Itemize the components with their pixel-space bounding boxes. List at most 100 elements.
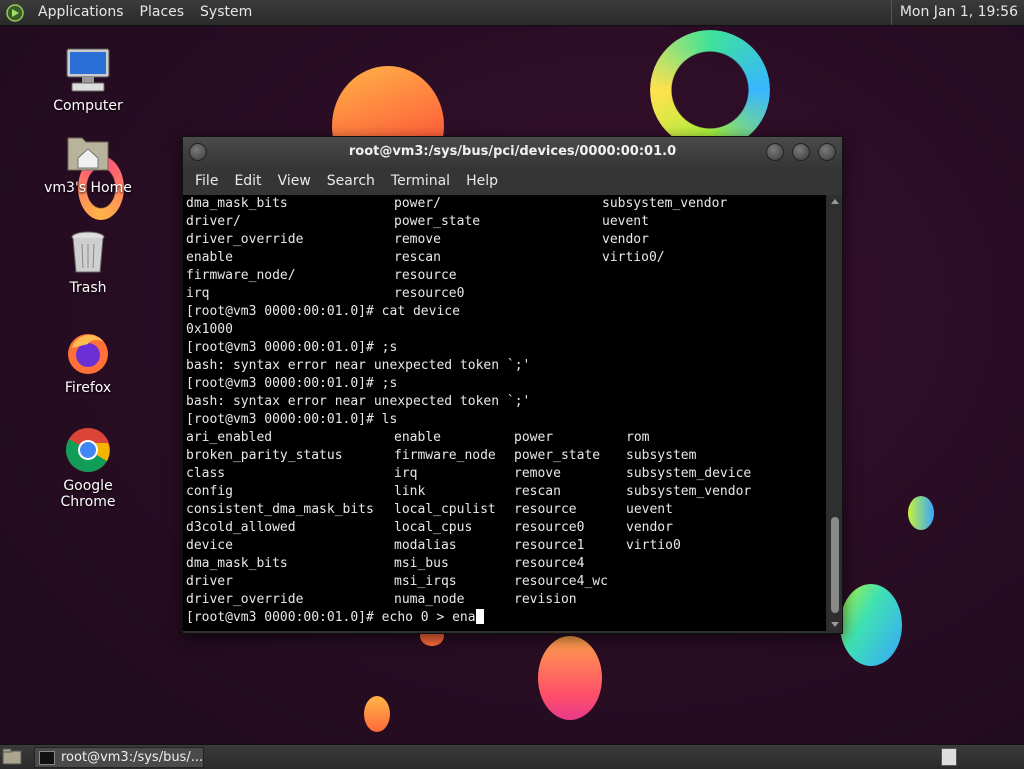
- terminal-line: [root@vm3 0000:00:01.0]# cat device: [186, 304, 460, 319]
- terminal-entry: revision: [514, 592, 577, 607]
- terminal-line: [root@vm3 0000:00:01.0]# ;s: [186, 340, 398, 355]
- terminal-entry: uevent: [602, 214, 649, 229]
- terminal-window[interactable]: root@vm3:/sys/bus/pci/devices/0000:00:01…: [182, 136, 843, 634]
- terminal-line: device modalias resource1 virtio0: [183, 537, 826, 555]
- terminal-entry: consistent_dma_mask_bits: [186, 502, 374, 517]
- window-titlebar[interactable]: root@vm3:/sys/bus/pci/devices/0000:00:01…: [183, 137, 842, 167]
- terminal-entry: subsystem: [626, 448, 697, 463]
- terminal-entry: msi_irqs: [394, 574, 457, 589]
- terminal-entry: subsystem_vendor: [626, 484, 752, 499]
- terminal-scrollbar[interactable]: [828, 195, 842, 631]
- top-panel: Applications Places System Mon Jan 1, 19…: [0, 0, 1024, 26]
- terminal-entry: uevent: [626, 502, 673, 517]
- terminal-entry: dma_mask_bits: [186, 196, 288, 211]
- terminal-line: dma_mask_bits msi_bus resource4: [183, 555, 826, 573]
- menu-help[interactable]: Help: [458, 173, 506, 189]
- terminal-entry: resource0: [514, 520, 585, 535]
- terminal-entry: remove: [394, 232, 441, 247]
- terminal-entry: driver_override: [186, 592, 304, 607]
- taskbar-label: root@vm3:/sys/bus/...: [61, 750, 204, 765]
- menu-file[interactable]: File: [187, 173, 226, 189]
- desktop-icon-label: vm3's Home: [44, 180, 132, 196]
- menu-applications[interactable]: Applications: [30, 0, 132, 25]
- terminal-entry: power: [514, 430, 554, 445]
- menu-edit[interactable]: Edit: [226, 173, 269, 189]
- terminal-line: [root@vm3 0000:00:01.0]# ls: [186, 412, 398, 427]
- terminal-line: firmware_node/resource: [183, 267, 826, 285]
- terminal-entry: link: [394, 484, 426, 499]
- desktop-icon-firefox[interactable]: Firefox: [38, 328, 138, 396]
- desktop-icon-trash[interactable]: Trash: [38, 228, 138, 296]
- terminal-entry: remove: [514, 466, 561, 481]
- terminal-entry: device: [186, 538, 233, 553]
- terminal-entry: class: [186, 466, 226, 481]
- terminal-prompt[interactable]: [root@vm3 0000:00:01.0]# echo 0 > ena: [183, 609, 826, 627]
- terminal-entry: vendor: [626, 520, 673, 535]
- desktop-icon-label: Google Chrome: [60, 478, 116, 510]
- close-button[interactable]: [818, 143, 836, 161]
- workspace-switcher-icon[interactable]: [941, 748, 957, 766]
- desktop-icon-home[interactable]: vm3's Home: [38, 128, 138, 196]
- desktop-icon-label: Trash: [69, 280, 107, 296]
- terminal-line: driver_override remove vendor: [183, 231, 826, 249]
- wallpaper-blob: [908, 496, 934, 530]
- applications-logo-icon[interactable]: [6, 3, 24, 22]
- taskbar-terminal-button[interactable]: root@vm3:/sys/bus/...: [34, 747, 204, 768]
- scroll-thumb[interactable]: [831, 517, 839, 613]
- clock[interactable]: Mon Jan 1, 19:56: [890, 0, 1024, 25]
- show-desktop-icon[interactable]: [2, 748, 22, 765]
- terminal-output[interactable]: dma_mask_bits power/subsystem_vendor drive…: [183, 195, 826, 631]
- terminal-line: irq resource0: [183, 285, 826, 303]
- maximize-button[interactable]: [792, 143, 810, 161]
- terminal-entry: driver_override: [186, 232, 304, 247]
- trash-icon: [64, 228, 112, 276]
- window-menu-button[interactable]: [189, 143, 207, 161]
- scroll-down-icon[interactable]: [831, 622, 839, 627]
- terminal-entry: driver/: [186, 214, 241, 229]
- terminal-entry: resource: [394, 268, 457, 283]
- terminal-entry: power_state: [394, 214, 481, 229]
- terminal-entry: local_cpus: [394, 520, 473, 535]
- minimize-button[interactable]: [766, 143, 784, 161]
- menu-system[interactable]: System: [192, 0, 260, 25]
- terminal-line: enable rescan virtio0/: [183, 249, 826, 267]
- desktop-icon-computer[interactable]: Computer: [38, 46, 138, 114]
- terminal-entry: virtio0: [626, 538, 681, 553]
- menu-places[interactable]: Places: [132, 0, 193, 25]
- menu-view[interactable]: View: [270, 173, 319, 189]
- terminal-entry: virtio0/: [602, 250, 665, 265]
- terminal-entry: msi_bus: [394, 556, 449, 571]
- terminal-entry: resource: [514, 502, 577, 517]
- terminal-line: class irq remove subsystem_device: [183, 465, 826, 483]
- terminal-line: config link rescan subsystem_vendor: [183, 483, 826, 501]
- terminal-entry: config: [186, 484, 233, 499]
- window-title: root@vm3:/sys/bus/pci/devices/0000:00:01…: [348, 144, 677, 159]
- scroll-up-icon[interactable]: [831, 199, 839, 204]
- wallpaper-blob: [364, 696, 390, 732]
- terminal-entry: power_state: [514, 448, 601, 463]
- terminal-line: driver msi_irqs resource4_wc: [183, 573, 826, 591]
- text-cursor: [475, 609, 484, 624]
- menu-terminal[interactable]: Terminal: [383, 173, 458, 189]
- terminal-entry: vendor: [602, 232, 649, 247]
- terminal-line: [root@vm3 0000:00:01.0]# ;s: [186, 376, 398, 391]
- terminal-entry: local_cpulist: [394, 502, 496, 517]
- bottom-panel: root@vm3:/sys/bus/...: [0, 744, 1024, 769]
- terminal-icon: [39, 751, 55, 765]
- terminal-entry: firmware_node: [394, 448, 496, 463]
- desktop-icon-chrome[interactable]: Google Chrome: [38, 426, 138, 510]
- terminal-entry: resource0: [394, 286, 465, 301]
- terminal-entry: resource4: [514, 556, 585, 571]
- home-folder-icon: [64, 128, 112, 176]
- terminal-line: ari_enabled enable power rom: [183, 429, 826, 447]
- terminal-entry: enable: [394, 430, 441, 445]
- terminal-entry: modalias: [394, 538, 457, 553]
- terminal-entry: enable: [186, 250, 233, 265]
- terminal-menubar: File Edit View Search Terminal Help: [183, 167, 842, 195]
- menu-search[interactable]: Search: [319, 173, 383, 189]
- terminal-line: broken_parity_status firmware_node power_s…: [183, 447, 826, 465]
- desktop-icon-label: Computer: [53, 98, 123, 114]
- terminal-entry: resource1: [514, 538, 585, 553]
- terminal-line: driver/power_state uevent: [183, 213, 826, 231]
- desktop-icon-label: Firefox: [64, 380, 112, 396]
